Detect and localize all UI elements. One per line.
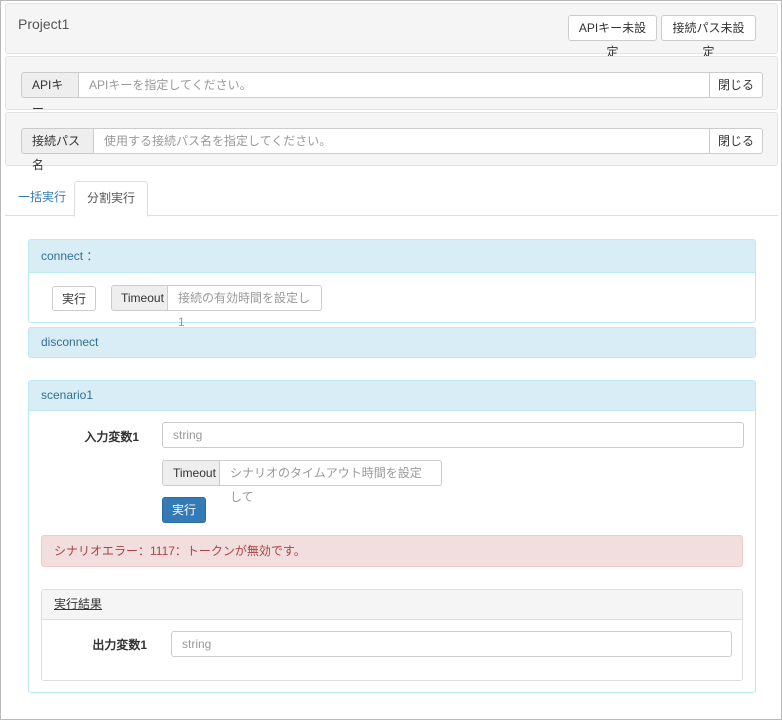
scenario-panel-title[interactable]: scenario1 [29,381,755,411]
api-key-close-button[interactable]: 閉じる [708,72,763,98]
output-variable-label: 出力変数1 [92,638,147,652]
execution-tabs: 一括実行 分割実行 [5,181,778,217]
app-window: Project1 APIキー未設定 接続パス未設定 APIキー APIキーを指定… [0,0,782,720]
api-key-input-group: APIキー APIキーを指定してください。 閉じる [21,72,763,116]
input-variable-field[interactable]: string [162,422,744,448]
api-key-section: APIキー APIキーを指定してください。 閉じる [5,56,778,116]
disconnect-panel-title[interactable]: disconnect [29,328,755,357]
connect-panel: connect ： 実行 Timeout 接続の有効時間を設定し1 [28,239,756,329]
execution-result-panel: 実行結果 出力変数1 string [41,589,743,681]
connect-run-button[interactable]: 実行 [52,286,97,311]
output-variable-field[interactable]: string [171,631,732,657]
project-title: Project1 [18,16,70,32]
connect-timeout-label: Timeout [111,285,168,311]
disconnect-panel: disconnect [28,327,756,358]
project-header: Project1 APIキー未設定 接続パス未設定 [5,3,778,59]
connection-path-section: 接続パス名 使用する接続パス名を指定してください。 閉じる [5,112,778,172]
connect-panel-title[interactable]: connect ： [29,240,755,273]
connection-path-input[interactable]: 使用する接続パス名を指定してください。 [93,128,713,154]
connect-timeout-input[interactable]: 接続の有効時間を設定し1 [167,285,322,329]
api-key-status-button[interactable]: APIキー未設定 [568,15,657,59]
scenario-error-alert: シナリオエラー：1117：トークンが無効です。 [41,535,743,567]
scenario-run-button[interactable]: 実行 [162,497,207,523]
tab-batch-execution[interactable]: 一括実行 [6,181,78,216]
api-key-input[interactable]: APIキーを指定してください。 [78,72,713,98]
connection-path-input-group: 接続パス名 使用する接続パス名を指定してください。 閉じる [21,128,763,172]
scenario-timeout-label: Timeout [162,460,220,486]
tab-split-execution[interactable]: 分割実行 [74,181,149,217]
scenario-panel: scenario1 入力変数1 string Timeout シナリオのタイムア… [28,380,756,693]
connection-path-status-button[interactable]: 接続パス未設定 [661,15,756,59]
api-key-label: APIキー [21,72,79,116]
connection-path-close-button[interactable]: 閉じる [708,128,763,154]
connection-path-label: 接続パス名 [21,128,94,172]
execution-result-title: 実行結果 [42,590,742,620]
input-variable-label: 入力変数1 [84,430,139,444]
scenario-timeout-input[interactable]: シナリオのタイムアウト時間を設定して [219,460,442,504]
